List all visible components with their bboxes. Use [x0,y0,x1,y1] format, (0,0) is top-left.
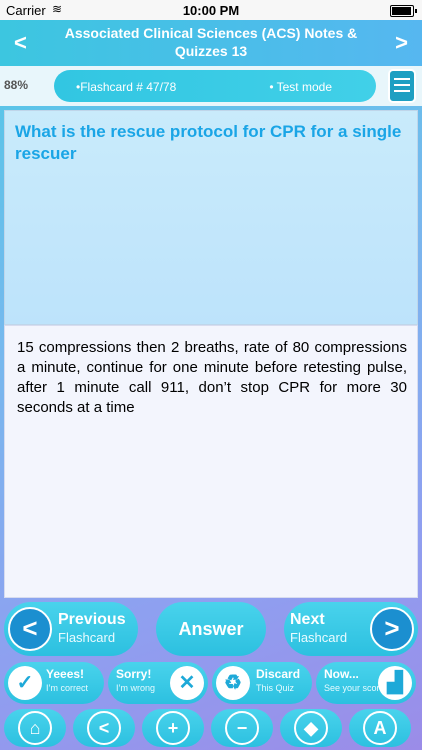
discard-label: Discard [256,667,301,681]
zoom-out-icon: − [225,711,259,745]
share-button[interactable]: < [73,709,135,747]
page-title: Associated Clinical Sciences (ACS) Notes… [64,25,358,59]
correct-sublabel: I’m correct [46,683,89,693]
score-button[interactable]: Now... See your score ▟ [316,662,416,704]
paint-bucket-icon: ◆ [294,711,328,745]
next-flashcard-button[interactable]: Next Flashcard > [284,602,418,656]
share-icon: < [87,711,121,745]
color-button[interactable]: ◆ [280,709,342,747]
wrong-sublabel: I’m wrong [116,683,156,693]
answer-button[interactable]: Answer [156,602,266,656]
font-button[interactable]: A [349,709,411,747]
chevron-right-icon[interactable]: > [395,30,408,56]
question-card: What is the rescue protocol for CPR for … [4,110,418,325]
question-text: What is the rescue protocol for CPR for … [15,122,402,163]
status-bar: Carrier ≋ 10:00 PM [0,0,422,20]
previous-sublabel: Flashcard [58,630,116,645]
wrong-label: Sorry! [116,667,152,681]
answer-card: 15 compressions then 2 breaths, rate of … [4,325,418,598]
check-icon: ✓ [8,666,42,700]
previous-flashcard-button[interactable]: < Previous Flashcard [4,602,138,656]
zoom-in-button[interactable]: + [142,709,204,747]
bottom-toolbar: ⌂ < + − ◆ A [0,708,422,750]
chart-icon: ▟ [378,666,412,700]
home-icon: ⌂ [18,711,52,745]
battery-icon [390,5,417,17]
discard-sublabel: This Quiz [256,683,295,693]
score-label: Now... [324,667,359,681]
discard-quiz-button[interactable]: ♻ Discard This Quiz [212,662,312,704]
status-time: 10:00 PM [182,3,240,18]
next-sublabel: Flashcard [290,630,348,645]
answer-label: Answer [178,619,244,639]
next-label: Next [290,611,325,628]
progress-percent: 88% [4,78,29,92]
score-sublabel: See your score [324,683,385,693]
flashcard-counter: •Flashcard # 47/78 [76,80,177,94]
chevron-left-icon[interactable]: < [14,30,27,56]
flashcard-controls: < Previous Flashcard Answer Next Flashca… [0,600,422,658]
correct-label: Yeees! [46,667,85,681]
notes-list-icon[interactable] [388,69,416,103]
test-mode-label: • Test mode [269,80,332,94]
close-icon: ✕ [170,666,204,700]
correct-button[interactable]: ✓ Yeees! I’m correct [4,662,104,704]
chevron-right-icon: > [370,607,414,651]
answer-actions: ✓ Yeees! I’m correct Sorry! I’m wrong ✕ … [0,660,422,706]
recycle-icon: ♻ [216,666,250,700]
answer-text: 15 compressions then 2 breaths, rate of … [17,339,407,416]
previous-label: Previous [58,611,126,628]
chevron-left-icon: < [8,607,52,651]
zoom-in-icon: + [156,711,190,745]
font-icon: A [363,711,397,745]
flashcard-info-pill: •Flashcard # 47/78 • Test mode [54,70,376,102]
progress-row: 88% •Flashcard # 47/78 • Test mode [0,66,422,106]
wrong-button[interactable]: Sorry! I’m wrong ✕ [108,662,208,704]
zoom-out-button[interactable]: − [211,709,273,747]
home-button[interactable]: ⌂ [4,709,66,747]
title-bar: < Associated Clinical Sciences (ACS) Not… [0,20,422,66]
